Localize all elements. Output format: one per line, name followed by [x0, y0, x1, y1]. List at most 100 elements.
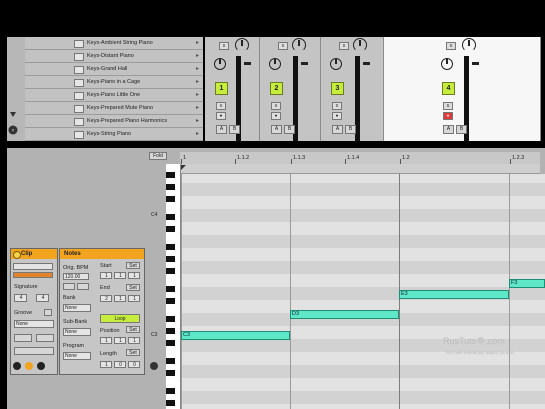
clip-button[interactable] [14, 347, 54, 355]
track-number-button[interactable]: 1 [215, 82, 228, 95]
signature-numerator-field[interactable]: 4 [14, 294, 27, 302]
crossfade-a-button[interactable]: A [332, 125, 343, 134]
clip-activator-icon[interactable] [13, 251, 21, 259]
loop-bar[interactable] [180, 164, 540, 174]
clip-button[interactable] [14, 334, 32, 342]
program-select[interactable]: None [63, 352, 91, 360]
fader-handle[interactable] [244, 62, 251, 65]
clip-name-field[interactable] [13, 263, 53, 270]
chevron-right-icon: ▸ [195, 79, 199, 85]
volume-dial[interactable] [441, 58, 453, 70]
midi-note[interactable]: C3 [181, 331, 290, 340]
position-beat-field[interactable]: 1 [114, 337, 126, 344]
browser-item[interactable]: Keys-Distant Piano ▸ [25, 50, 203, 63]
crossfade-a-button[interactable]: A [216, 125, 227, 134]
notes-box: Notes Orig. BPM 120.00 Bank None Sub-Ban… [59, 248, 145, 375]
browser-item[interactable]: Keys-Piano in a Cage ▸ [25, 76, 203, 89]
crossfade-a-button[interactable]: A [443, 125, 454, 134]
orig-bpm-field[interactable]: 120.00 [63, 273, 89, 280]
browser-item[interactable]: Keys-Ambient String Piano ▸ [25, 37, 203, 50]
length-beat-field[interactable]: 0 [114, 361, 126, 368]
browser-item[interactable]: Keys-Prepared Piano Harmonics ▸ [25, 115, 203, 128]
note-label: D3 [292, 311, 300, 317]
double-tempo-button[interactable] [77, 283, 89, 290]
scroll-down-icon[interactable] [10, 112, 16, 117]
position-bar-field[interactable]: 1 [100, 337, 112, 344]
bank-select[interactable]: None [63, 304, 91, 312]
preset-icon [74, 66, 84, 74]
start-beat-field[interactable]: 1 [114, 272, 126, 279]
midi-note[interactable]: F3 [509, 279, 545, 288]
fader-handle[interactable] [363, 62, 370, 65]
end-set-button[interactable]: Set [126, 284, 140, 291]
fold-button[interactable]: Fold [149, 152, 167, 160]
position-label: Position [100, 328, 120, 334]
solo-button[interactable]: S [446, 42, 456, 50]
browser-item[interactable]: Keys-Prepared Mute Piano ▸ [25, 102, 203, 115]
solo-button[interactable]: S [219, 42, 229, 50]
arm-button[interactable]: ● [271, 112, 281, 120]
signature-denominator-field[interactable]: 4 [36, 294, 49, 302]
clip-color-field[interactable] [13, 272, 53, 278]
end-bar-field[interactable]: 2 [100, 295, 112, 302]
solo-button[interactable]: S [278, 42, 288, 50]
arm-button[interactable]: ● [216, 112, 226, 120]
midi-note[interactable]: E3 [399, 290, 509, 299]
note-grid[interactable]: C3 D3 E3 F3 RusTuts .com Русские переводы… [181, 174, 545, 409]
launch-toggle-icon[interactable] [13, 362, 21, 370]
pan-knob[interactable] [292, 38, 306, 52]
half-tempo-button[interactable] [63, 283, 75, 290]
watermark-tagline: Русские переводы видео уроков [446, 350, 514, 355]
clip-button[interactable] [36, 334, 54, 342]
track-number-button[interactable]: 3 [331, 82, 344, 95]
crossfade-b-button[interactable]: B [345, 125, 356, 134]
groove-select[interactable]: None [14, 320, 54, 328]
pan-knob[interactable] [353, 38, 367, 52]
crossfade-b-button[interactable]: B [284, 125, 295, 134]
volume-dial[interactable] [214, 58, 226, 70]
length-bar-field[interactable]: 1 [100, 361, 112, 368]
note-label: E3 [401, 291, 408, 297]
position-set-button[interactable]: Set [126, 326, 140, 333]
browser-item[interactable]: Keys-Piano Little One ▸ [25, 89, 203, 102]
scroll-toggle-icon[interactable] [150, 362, 158, 370]
start-marker-icon[interactable] [181, 165, 186, 170]
start-set-button[interactable]: Set [126, 262, 140, 269]
solo-button[interactable]: S [216, 102, 226, 110]
browser-item[interactable]: Keys-String Piano ▸ [25, 128, 203, 141]
crossfade-a-button[interactable]: A [271, 125, 282, 134]
start-sixteenth-field[interactable]: 1 [128, 272, 140, 279]
subbank-select[interactable]: None [63, 328, 91, 336]
length-sixteenth-field[interactable]: 0 [128, 361, 140, 368]
solo-button[interactable]: S [339, 42, 349, 50]
volume-dial[interactable] [269, 58, 281, 70]
arm-button[interactable]: ● [443, 112, 453, 120]
crossfade-b-button[interactable]: B [229, 125, 240, 134]
length-set-button[interactable]: Set [126, 349, 140, 356]
track-number-button[interactable]: 2 [270, 82, 283, 95]
program-label: Program [63, 343, 85, 349]
start-bar-field[interactable]: 1 [100, 272, 112, 279]
solo-button[interactable]: S [332, 102, 342, 110]
solo-button[interactable]: S [443, 102, 453, 110]
track-number-button[interactable]: 4 [442, 82, 455, 95]
groove-hotswap-button[interactable] [44, 309, 52, 316]
end-beat-field[interactable]: 1 [114, 295, 126, 302]
notes-toggle-icon[interactable] [37, 362, 45, 370]
browser-item[interactable]: Keys-Grand Hall ▸ [25, 63, 203, 76]
position-sixteenth-field[interactable]: 1 [128, 337, 140, 344]
loop-toggle-button[interactable]: Loop [100, 314, 140, 323]
crossfade-b-button[interactable]: B [456, 125, 467, 134]
pan-knob[interactable] [235, 38, 249, 52]
envelope-toggle-icon[interactable] [25, 362, 33, 370]
solo-button[interactable]: S [271, 102, 281, 110]
end-sixteenth-field[interactable]: 1 [128, 295, 140, 302]
pan-knob[interactable] [462, 38, 476, 52]
fader-handle[interactable] [301, 62, 308, 65]
midi-note[interactable]: D3 [290, 310, 399, 319]
mixer-strip-3: S 3 S ● A B [321, 37, 384, 141]
fader-handle[interactable] [472, 62, 479, 65]
piano-keyboard[interactable] [166, 164, 181, 409]
volume-dial[interactable] [330, 58, 342, 70]
arm-button[interactable]: ● [332, 112, 342, 120]
